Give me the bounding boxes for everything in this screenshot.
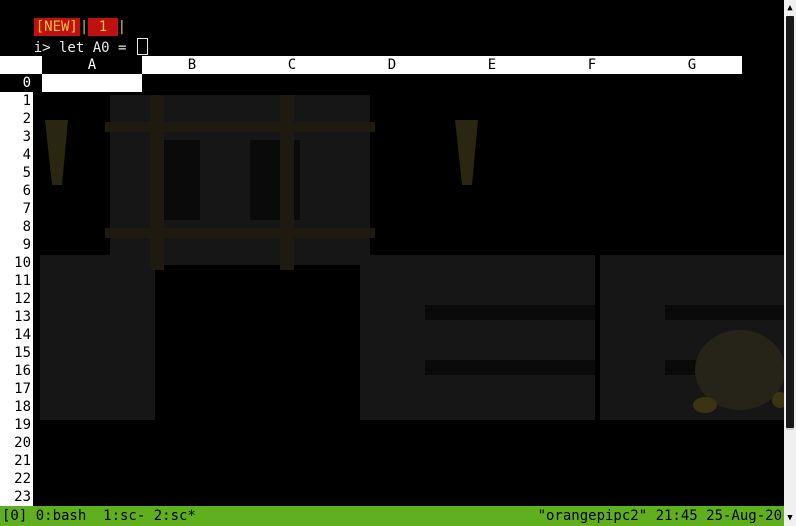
command-prompt: i> let A0 =: [33, 40, 135, 56]
column-header-bar: A B C D E F G: [0, 56, 742, 74]
row-header-15[interactable]: 15: [0, 344, 33, 362]
selected-cell-a0[interactable]: [42, 74, 142, 92]
column-header-d[interactable]: D: [342, 56, 442, 74]
row-header-11[interactable]: 11: [0, 272, 33, 290]
tmux-host-clock: "orangepipc2" 21:45 25-Aug-20: [537, 508, 782, 524]
row-header-19[interactable]: 19: [0, 416, 33, 434]
row-header-1[interactable]: 1: [0, 92, 33, 110]
terminal-window[interactable]: [NEW] | 1 | i> let A0 = A B C D E F G 0 1…: [0, 0, 784, 526]
row-header-22[interactable]: 22: [0, 470, 33, 488]
row-header-10[interactable]: 10: [0, 254, 33, 272]
row-header-4[interactable]: 4: [0, 146, 33, 164]
column-header-a[interactable]: A: [42, 56, 142, 74]
tmux-window-list[interactable]: [0] 0:bash 1:sc- 2:sc*: [2, 506, 196, 526]
column-header-c[interactable]: C: [242, 56, 342, 74]
row-header-21[interactable]: 21: [0, 452, 33, 470]
row-header-0[interactable]: 0: [0, 74, 33, 92]
row-header-23[interactable]: 23: [0, 488, 33, 506]
row-header-2[interactable]: 2: [0, 110, 33, 128]
row-header-5[interactable]: 5: [0, 164, 33, 182]
scroll-thumb[interactable]: [786, 16, 794, 428]
row-header-column: 0 1 2 3 4 5 6 7 8 9 10 11 12 13 14 15 16…: [0, 74, 33, 506]
row-header-7[interactable]: 7: [0, 200, 33, 218]
header-corner: [0, 56, 42, 74]
row-header-18[interactable]: 18: [0, 398, 33, 416]
scroll-down-arrow-icon[interactable]: ▼: [784, 510, 796, 526]
tmux-status-bar: [0] 0:bash 1:sc- 2:sc* "orangepipc2" 21:…: [0, 506, 784, 526]
row-header-8[interactable]: 8: [0, 218, 33, 236]
row-header-3[interactable]: 3: [0, 128, 33, 146]
vertical-scrollbar[interactable]: ▲ ▼: [784, 0, 796, 526]
row-header-13[interactable]: 13: [0, 308, 33, 326]
row-header-20[interactable]: 20: [0, 434, 33, 452]
text-cursor: [136, 38, 148, 55]
row-header-14[interactable]: 14: [0, 326, 33, 344]
scroll-up-arrow-icon[interactable]: ▲: [784, 0, 796, 16]
column-header-g[interactable]: G: [642, 56, 742, 74]
column-header-f[interactable]: F: [542, 56, 642, 74]
tmux-window-tabs: [NEW] | 1 |: [0, 0, 126, 36]
row-header-12[interactable]: 12: [0, 290, 33, 308]
column-header-b[interactable]: B: [142, 56, 242, 74]
row-header-17[interactable]: 17: [0, 380, 33, 398]
row-header-9[interactable]: 9: [0, 236, 33, 254]
command-input-line[interactable]: i> let A0 =: [0, 20, 148, 56]
column-header-e[interactable]: E: [442, 56, 542, 74]
row-header-6[interactable]: 6: [0, 182, 33, 200]
row-header-16[interactable]: 16: [0, 362, 33, 380]
